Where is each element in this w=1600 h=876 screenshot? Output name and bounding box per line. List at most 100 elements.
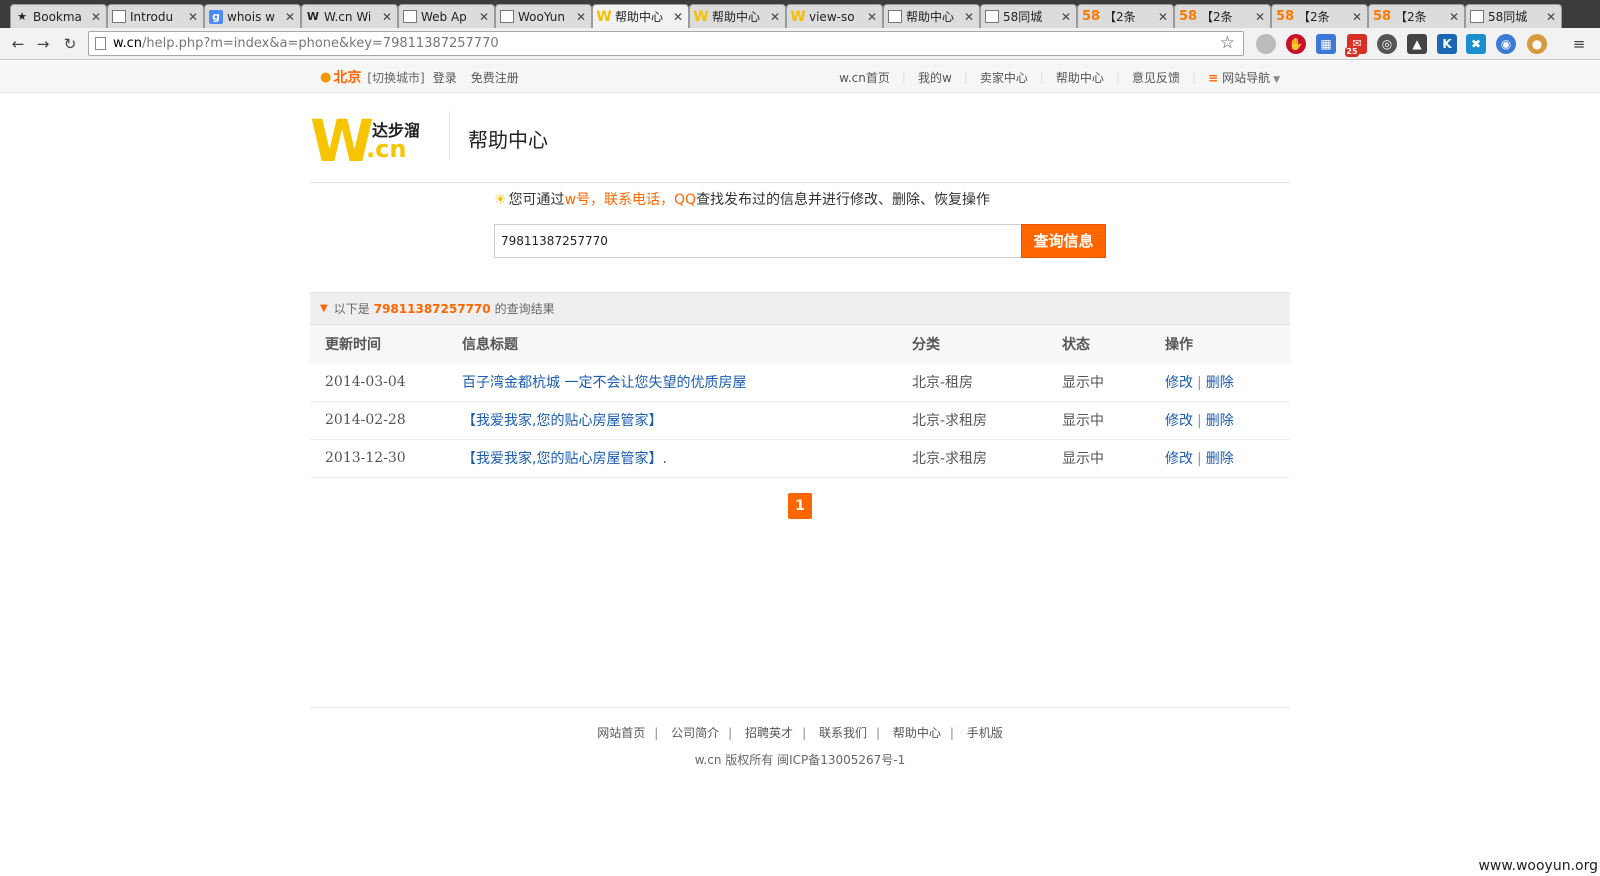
- footer-link-jobs[interactable]: 招聘英才: [745, 726, 793, 740]
- site-logo[interactable]: W 达步溜 .cn: [310, 107, 430, 175]
- browser-tab[interactable]: W 帮助中心 ✕: [592, 4, 689, 28]
- close-tab-icon[interactable]: ✕: [1448, 10, 1460, 24]
- row-title-link[interactable]: 【我爱我家,您的贴心房屋管家】: [462, 401, 912, 440]
- register-link[interactable]: 免费注册: [471, 69, 519, 86]
- column-header-category: 分类: [912, 325, 1062, 363]
- doc-icon: [888, 10, 902, 23]
- xmarks-extension-icon[interactable]: ✖: [1466, 34, 1486, 54]
- search-button[interactable]: 查询信息: [1021, 224, 1106, 258]
- browser-tab[interactable]: 58 【2条 ✕: [1271, 4, 1368, 28]
- row-status: 显示中: [1062, 439, 1165, 478]
- browser-tab[interactable]: 58同城 ✕: [1465, 4, 1562, 28]
- results-table: 更新时间 信息标题 分类 状态 操作 2014-03-04 百子湾金都杭城 一定…: [310, 325, 1290, 478]
- close-tab-icon[interactable]: ✕: [672, 10, 684, 24]
- browser-tab[interactable]: 58 【2条 ✕: [1174, 4, 1271, 28]
- delete-link[interactable]: 删除: [1206, 375, 1234, 391]
- globe-extension-icon[interactable]: [1256, 34, 1276, 54]
- back-icon[interactable]: ←: [8, 34, 28, 54]
- site-nav-dropdown[interactable]: ≡ 网站导航 ▼: [1208, 69, 1280, 86]
- footer-link-about[interactable]: 公司简介: [671, 726, 719, 740]
- browser-tab[interactable]: ★ Bookma ✕: [10, 4, 107, 28]
- nav-my-w-link[interactable]: 我的w: [918, 69, 952, 86]
- close-tab-icon[interactable]: ✕: [381, 10, 393, 24]
- menu-icon[interactable]: ≡: [1569, 34, 1589, 54]
- nav-home-link[interactable]: w.cn首页: [839, 69, 890, 86]
- browser-tab[interactable]: 58 【2条 ✕: [1368, 4, 1465, 28]
- delete-link[interactable]: 删除: [1206, 413, 1234, 429]
- browser-tab[interactable]: Wview-so ✕: [786, 4, 883, 28]
- tab-label: Bookma: [33, 9, 82, 24]
- footer-link-contact[interactable]: 联系我们: [819, 726, 867, 740]
- forward-icon[interactable]: →: [33, 34, 53, 54]
- delete-link[interactable]: 删除: [1206, 451, 1234, 467]
- bookmark-star-icon[interactable]: ☆: [1220, 32, 1235, 55]
- browser-tab[interactable]: W 帮助中心 ✕: [689, 4, 786, 28]
- triangle-down-icon: ▼: [320, 303, 328, 314]
- address-bar[interactable]: w.cn/help.php?m=index&a=phone&key=798113…: [88, 31, 1244, 56]
- target-extension-icon[interactable]: ◉: [1496, 34, 1516, 54]
- footer-link-mobile[interactable]: 手机版: [967, 726, 1003, 740]
- google-icon: g: [209, 9, 223, 24]
- nav-help-center-link[interactable]: 帮助中心: [1056, 69, 1104, 86]
- close-tab-icon[interactable]: ✕: [187, 10, 199, 24]
- gmail-unread-badge: 25: [1345, 47, 1359, 57]
- browser-tab[interactable]: WooYun ✕: [495, 4, 592, 28]
- close-tab-icon[interactable]: ✕: [284, 10, 296, 24]
- logo-cn: .cn: [366, 135, 407, 163]
- browser-tab[interactable]: Introdu ✕: [107, 4, 204, 28]
- close-tab-icon[interactable]: ✕: [1545, 10, 1557, 24]
- column-header-actions: 操作: [1165, 325, 1290, 363]
- doc-icon: [1470, 10, 1484, 23]
- column-header-date: 更新时间: [310, 325, 462, 363]
- footer-link-home[interactable]: 网站首页: [597, 726, 645, 740]
- evernote-extension-icon[interactable]: ▲: [1407, 34, 1427, 54]
- nav-seller-center-link[interactable]: 卖家中心: [980, 69, 1028, 86]
- row-title-link[interactable]: 【我爱我家,您的贴心房屋管家】.: [462, 439, 912, 478]
- close-tab-icon[interactable]: ✕: [1351, 10, 1363, 24]
- browser-tab[interactable]: 58 【2条 ✕: [1077, 4, 1174, 28]
- edit-link[interactable]: 修改: [1165, 413, 1193, 429]
- switch-city-link[interactable]: [切换城市]: [367, 69, 424, 86]
- tab-label: whois w: [227, 9, 275, 24]
- close-tab-icon[interactable]: ✕: [1157, 10, 1169, 24]
- results-keyword: 79811387257770: [373, 301, 491, 316]
- browser-tab[interactable]: W W.cn Wi ✕: [301, 4, 398, 28]
- tab-label: Introdu: [130, 9, 174, 24]
- browser-tab[interactable]: 帮助中心 ✕: [883, 4, 980, 28]
- search-input[interactable]: [494, 224, 1022, 258]
- tab-label: 58同城: [1003, 10, 1043, 24]
- nav-feedback-link[interactable]: 意见反馈: [1132, 69, 1180, 86]
- row-title-link[interactable]: 百子湾金都杭城 一定不会让您失望的优质房屋: [462, 363, 912, 402]
- edit-link[interactable]: 修改: [1165, 375, 1193, 391]
- wcn-icon: W: [596, 8, 612, 25]
- close-tab-icon[interactable]: ✕: [866, 10, 878, 24]
- row-date: 2014-03-04: [310, 363, 462, 402]
- adblock-extension-icon[interactable]: ✋: [1286, 34, 1306, 54]
- close-tab-icon[interactable]: ✕: [478, 10, 490, 24]
- klout-extension-icon[interactable]: K: [1437, 34, 1457, 54]
- 58-icon: 58: [1081, 9, 1101, 24]
- browser-tab[interactable]: 58同城 ✕: [980, 4, 1077, 28]
- browser-tab[interactable]: Web Ap ✕: [398, 4, 495, 28]
- chrome-extension-icon[interactable]: ◎: [1377, 34, 1397, 54]
- close-tab-icon[interactable]: ✕: [90, 10, 102, 24]
- cookie-extension-icon[interactable]: ●: [1527, 34, 1547, 54]
- results-section: ▼ 以下是 79811387257770 的查询结果 更新时间 信息标题 分类 …: [310, 292, 1290, 478]
- edit-link[interactable]: 修改: [1165, 451, 1193, 467]
- results-prefix: 以下是: [333, 302, 370, 316]
- close-tab-icon[interactable]: ✕: [1060, 10, 1072, 24]
- tab-label: 帮助中心: [906, 10, 955, 24]
- login-link[interactable]: 登录: [433, 69, 457, 86]
- close-tab-icon[interactable]: ✕: [769, 10, 781, 24]
- footer-link-help[interactable]: 帮助中心: [893, 726, 941, 740]
- tip-prefix: 您可通过: [508, 192, 565, 208]
- tab-label: 【2条: [1298, 10, 1330, 24]
- close-tab-icon[interactable]: ✕: [963, 10, 975, 24]
- row-actions: 修改 | 删除: [1165, 439, 1290, 478]
- close-tab-icon[interactable]: ✕: [1254, 10, 1266, 24]
- pagination-page-1[interactable]: 1: [788, 493, 812, 519]
- close-tab-icon[interactable]: ✕: [575, 10, 587, 24]
- calendar-extension-icon[interactable]: ▦: [1316, 34, 1336, 54]
- reload-icon[interactable]: ↻: [60, 34, 80, 54]
- browser-tab[interactable]: g whois w ✕: [204, 4, 301, 28]
